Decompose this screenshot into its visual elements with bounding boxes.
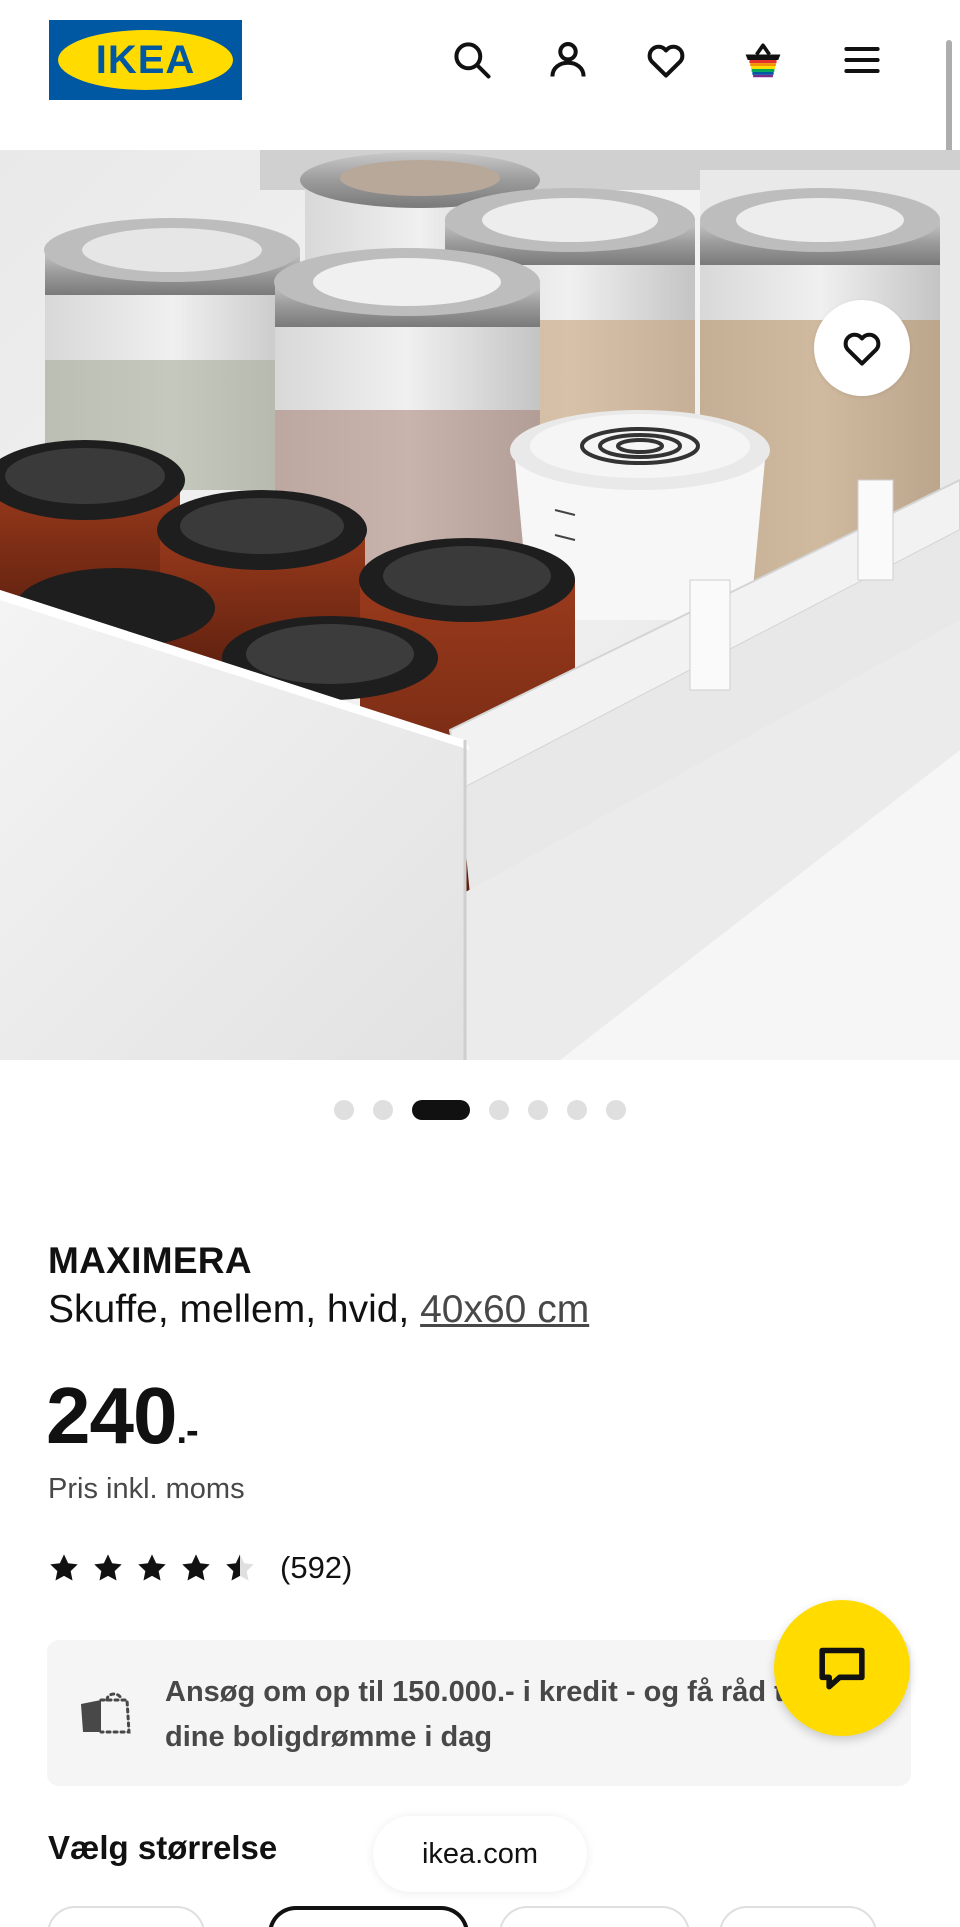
search-icon[interactable]	[447, 35, 497, 85]
carousel-dot[interactable]	[567, 1100, 587, 1120]
ikea-logo[interactable]: IKEA	[49, 20, 242, 100]
product-image[interactable]	[0, 150, 960, 1060]
rating-stars	[48, 1552, 256, 1584]
image-carousel-dots	[0, 1100, 960, 1120]
menu-icon[interactable]	[837, 35, 887, 85]
credit-text: Ansøg om op til 150.000.- i kredit - og …	[165, 1676, 800, 1753]
size-option-selected[interactable]	[268, 1906, 469, 1927]
carousel-dot[interactable]	[334, 1100, 354, 1120]
logo-text: IKEA	[95, 37, 196, 82]
star-full-icon	[138, 1554, 166, 1581]
heart-icon[interactable]	[641, 35, 691, 85]
rating-count: (592)	[280, 1550, 353, 1585]
chat-icon	[819, 1647, 865, 1690]
carousel-dot-active[interactable]	[412, 1100, 470, 1120]
size-option[interactable]	[719, 1906, 877, 1927]
product-rating[interactable]: (592)	[48, 1550, 352, 1586]
star-full-icon	[182, 1554, 210, 1581]
size-option[interactable]	[499, 1906, 690, 1927]
product-name: MAXIMERA	[48, 1240, 252, 1281]
carousel-dot[interactable]	[606, 1100, 626, 1120]
basket-icon[interactable]	[738, 35, 788, 85]
carousel-dot[interactable]	[373, 1100, 393, 1120]
credit-card-icon	[81, 1692, 131, 1734]
size-option[interactable]	[47, 1906, 205, 1927]
product-description: Skuffe, mellem, hvid, 40x60 cm	[48, 1288, 589, 1332]
star-full-icon	[50, 1554, 78, 1581]
product-description-text: Skuffe, mellem, hvid,	[48, 1288, 421, 1331]
account-icon[interactable]	[543, 35, 593, 85]
site-header: IKEA	[0, 0, 960, 150]
price-note: Pris inkl. moms	[48, 1473, 245, 1505]
price-integer: 240	[46, 1371, 177, 1460]
favorite-button[interactable]	[814, 300, 910, 396]
price-suffix: .-	[176, 1410, 198, 1452]
product-photo	[0, 150, 960, 1060]
star-full-icon	[94, 1554, 122, 1581]
size-section-title: Vælg størrelse	[48, 1829, 278, 1866]
product-price: 240.-	[46, 1370, 199, 1462]
browser-url-bar[interactable]: ikea.com	[373, 1816, 587, 1892]
chat-button[interactable]	[774, 1600, 910, 1736]
heart-icon	[843, 332, 881, 366]
star-half-icon	[226, 1554, 254, 1581]
size-link[interactable]: 40x60 cm	[420, 1288, 589, 1331]
carousel-dot[interactable]	[489, 1100, 509, 1120]
carousel-dot[interactable]	[528, 1100, 548, 1120]
logo-oval: IKEA	[58, 30, 233, 90]
